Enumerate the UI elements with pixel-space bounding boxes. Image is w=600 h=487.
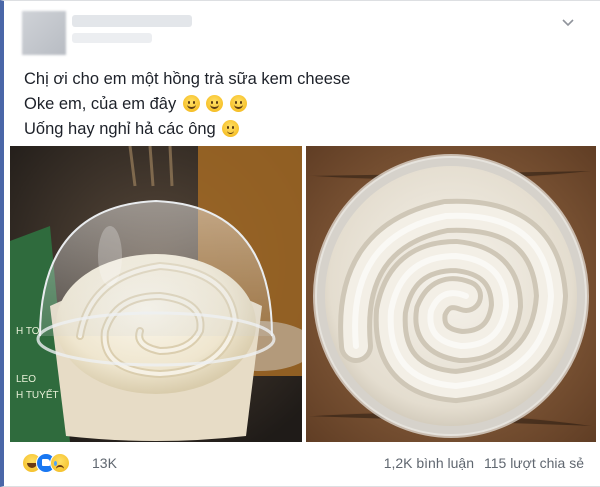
- slightly-smiling-face-icon: [182, 95, 200, 112]
- reaction-count[interactable]: 13K: [92, 455, 117, 471]
- slightly-smiling-face-icon: [206, 95, 224, 112]
- avatar[interactable]: [22, 11, 66, 55]
- caption-line-3-text: Uống hay nghỉ hả các ông: [24, 120, 216, 138]
- sign-text-3: H TUYẾT: [16, 388, 59, 401]
- post-caption: Chị ơi cho em một hồng trà sữa kem chees…: [24, 67, 582, 142]
- relieved-face-icon: [222, 120, 240, 137]
- caption-line-2: Oke em, của em đây: [24, 92, 582, 117]
- caption-line-3: Uống hay nghỉ hả các ông: [24, 117, 582, 142]
- photo-right[interactable]: [306, 146, 596, 442]
- post-header: [14, 9, 584, 59]
- facebook-post: Chị ơi cho em một hồng trà sữa kem chees…: [0, 0, 600, 487]
- chevron-down-icon[interactable]: [560, 15, 576, 31]
- post-timestamp-blurred[interactable]: [72, 33, 152, 43]
- post-stats: 1,2K bình luận 115 lượt chia sẻ: [384, 455, 584, 471]
- caption-line-2-text: Oke em, của em đây: [24, 95, 177, 113]
- slightly-smiling-face-icon: [230, 95, 248, 112]
- share-count[interactable]: 115 lượt chia sẻ: [484, 455, 584, 471]
- caption-line-1: Chị ơi cho em một hồng trà sữa kem chees…: [24, 70, 351, 88]
- post-footer: 13K 1,2K bình luận 115 lượt chia sẻ: [14, 447, 592, 477]
- sad-reaction-icon: [50, 453, 70, 473]
- photo-left[interactable]: H TO LEO H TUYẾT 2: [10, 146, 302, 442]
- photo-grid: H TO LEO H TUYẾT 2: [10, 146, 596, 442]
- comment-count[interactable]: 1,2K bình luận: [384, 455, 474, 471]
- sign-text-2: LEO: [16, 374, 36, 385]
- sign-text-1: H TO: [16, 326, 40, 337]
- author-name-blurred[interactable]: [72, 15, 192, 27]
